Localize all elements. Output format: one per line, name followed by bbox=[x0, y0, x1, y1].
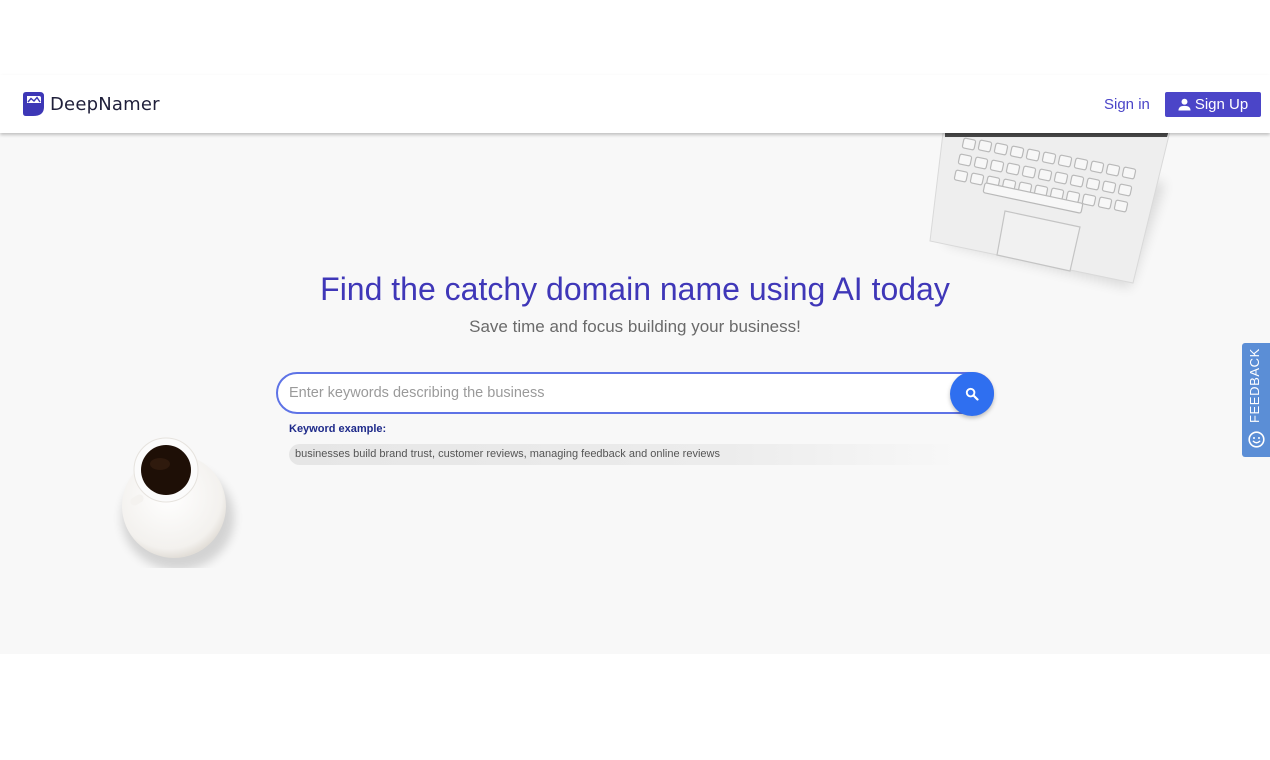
smile-icon bbox=[1248, 431, 1265, 448]
search-icon bbox=[965, 387, 979, 401]
hero-section: Find the catchy domain name using AI tod… bbox=[0, 133, 1270, 654]
keyword-example-label: Keyword example: bbox=[289, 423, 387, 435]
search-bar bbox=[276, 372, 996, 416]
brand-name: DeepNamer bbox=[50, 93, 160, 115]
top-navbar: DeepNamer Sign in Sign Up bbox=[0, 75, 1270, 133]
hero-title: Find the catchy domain name using AI tod… bbox=[320, 271, 950, 307]
coffee-cup-image bbox=[122, 437, 234, 568]
brand-logo-link[interactable]: DeepNamer bbox=[21, 91, 160, 117]
page: DeepNamer Sign in Sign Up Find the catch… bbox=[0, 0, 1270, 760]
sign-up-label: Sign Up bbox=[1194, 96, 1249, 113]
deepnamer-logo-icon bbox=[23, 92, 44, 116]
keyword-search-input[interactable] bbox=[276, 372, 994, 414]
keyword-example-chip[interactable]: businesses build brand trust, customer r… bbox=[289, 444, 961, 465]
sign-up-button[interactable]: Sign Up bbox=[1165, 92, 1261, 117]
feedback-tab[interactable]: FEEDBACK bbox=[1242, 343, 1270, 457]
search-button[interactable] bbox=[950, 372, 994, 416]
sign-in-link[interactable]: Sign in bbox=[1104, 96, 1150, 113]
hero-subtitle: Save time and focus building your busine… bbox=[469, 317, 801, 336]
feedback-label: FEEDBACK bbox=[1247, 348, 1262, 423]
user-icon bbox=[1178, 98, 1191, 111]
